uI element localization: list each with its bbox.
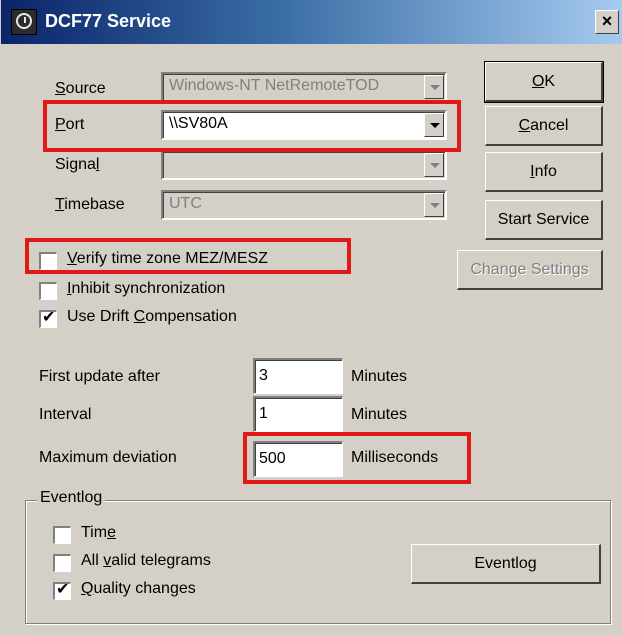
drift-compensation-label: Use Drift Compensation [67,308,237,325]
info-button[interactable]: Info [485,152,603,192]
checkmark-icon: ✔ [42,309,56,326]
inhibit-sync-label: Inhibit synchronization [67,280,226,297]
first-update-label: First update after [39,368,160,385]
eventlog-button[interactable]: Eventlog [411,544,601,584]
change-settings-button: Change Settings [457,250,603,290]
eventlog-telegrams-label: All valid telegrams [81,552,211,569]
first-update-input[interactable]: 3 [253,358,343,394]
verify-timezone-highlight-box [25,238,351,274]
source-value: Windows-NT NetRemoteTOD [169,77,380,94]
interval-unit: Minutes [351,406,408,423]
timebase-value: UTC [169,195,202,212]
checkmark-icon: ✔ [56,581,70,598]
first-update-unit: Minutes [351,368,408,385]
first-update-value: 3 [259,367,268,384]
interval-input[interactable]: 1 [253,396,343,432]
eventlog-time-label: Time [81,524,116,541]
signal-combo [161,150,447,180]
ok-button[interactable]: OK [484,61,604,103]
port-highlight-box [43,100,461,152]
interval-value: 1 [259,405,268,422]
close-button[interactable]: × [595,10,619,34]
cancel-button[interactable]: Cancel [485,106,603,146]
chevron-down-icon [424,193,444,217]
eventlog-quality-label: Quality changes [81,580,196,597]
source-combo: Windows-NT NetRemoteTOD [161,72,447,102]
source-label: Source [55,80,106,97]
drift-compensation-checkbox[interactable]: ✔ [39,309,57,328]
eventlog-quality-checkbox[interactable]: ✔ [53,581,71,600]
eventlog-group-title: Eventlog [37,489,106,507]
dcf77-service-dialog: DCF77 Service × Source Windows-NT NetRem… [0,0,622,636]
window-title: DCF77 Service [45,11,172,31]
chevron-down-icon [424,75,444,99]
clock-icon [11,9,37,35]
signal-label: Signal [55,156,100,173]
interval-label: Interval [39,406,92,423]
max-deviation-highlight-box [243,432,471,484]
timebase-combo: UTC [161,190,447,220]
chevron-down-icon [424,153,444,177]
start-service-button[interactable]: Start Service [485,200,603,240]
timebase-label: Timebase [55,196,125,213]
inhibit-sync-checkbox[interactable] [39,282,57,300]
title-bar[interactable]: DCF77 Service × [1,0,622,44]
eventlog-time-checkbox[interactable] [53,526,71,544]
max-deviation-label: Maximum deviation [39,449,177,466]
eventlog-telegrams-checkbox[interactable] [53,554,71,572]
